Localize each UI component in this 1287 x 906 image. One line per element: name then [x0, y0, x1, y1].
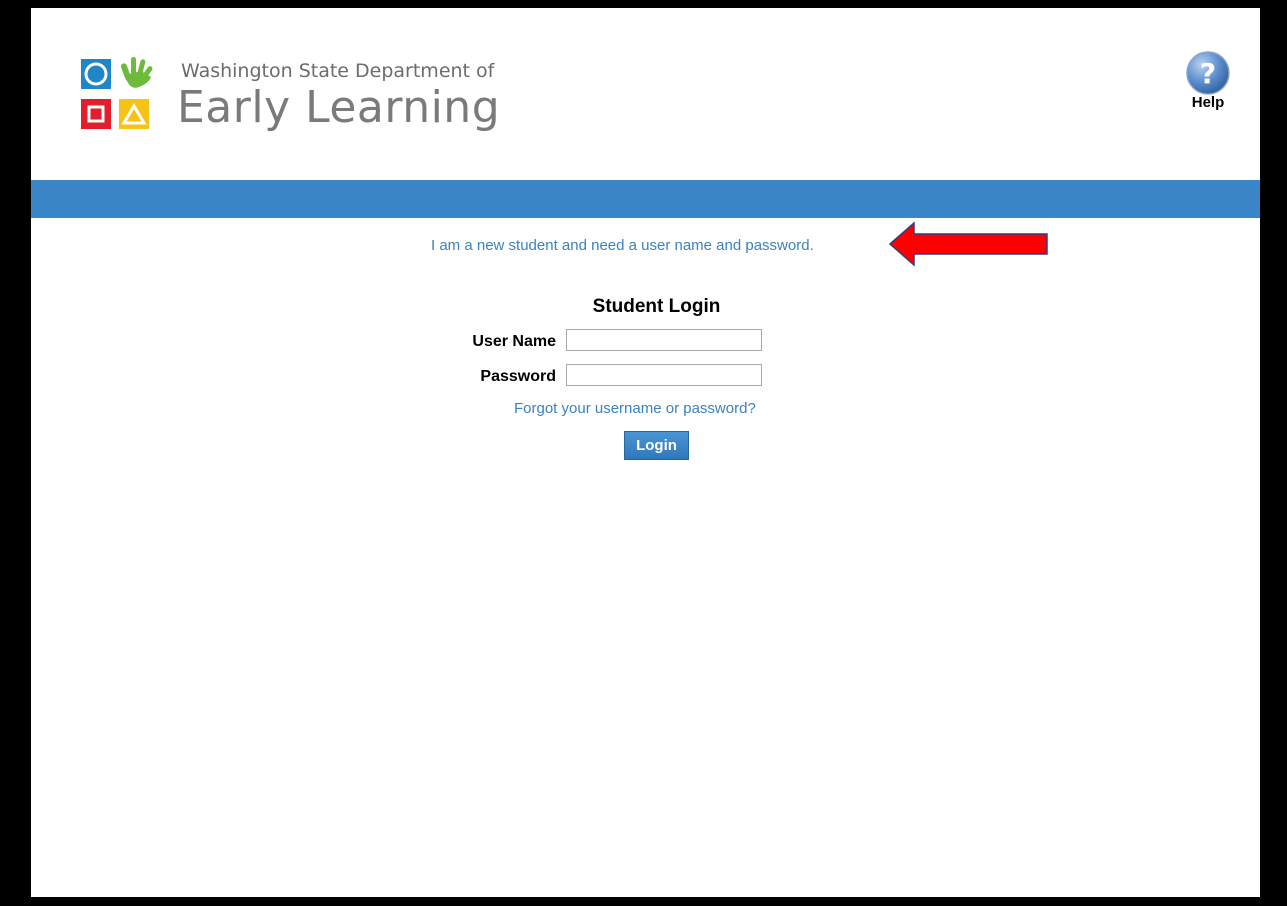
login-title: Student Login: [592, 296, 721, 317]
red-arrow-icon: [888, 221, 1048, 267]
username-label: User Name: [472, 333, 556, 350]
del-logo-icon: [79, 53, 159, 137]
username-input[interactable]: [566, 329, 762, 351]
org-line: Washington State Department of: [181, 60, 495, 82]
header-bar: [31, 180, 1260, 218]
site-header: Washington State Department of Early Lea…: [31, 8, 1260, 180]
password-input[interactable]: [566, 364, 762, 386]
new-student-link[interactable]: I am a new student and need a user name …: [431, 237, 814, 254]
help-button[interactable]: ? Help: [1183, 50, 1233, 111]
forgot-credentials-link[interactable]: Forgot your username or password?: [514, 400, 756, 417]
help-label: Help: [1191, 94, 1225, 111]
password-label: Password: [480, 368, 556, 385]
org-name: Early Learning: [177, 82, 501, 133]
question-mark-icon: ?: [1186, 51, 1230, 95]
login-button[interactable]: Login: [624, 431, 689, 460]
page-frame: Washington State Department of Early Lea…: [31, 8, 1260, 897]
svg-text:?: ?: [1200, 57, 1216, 90]
